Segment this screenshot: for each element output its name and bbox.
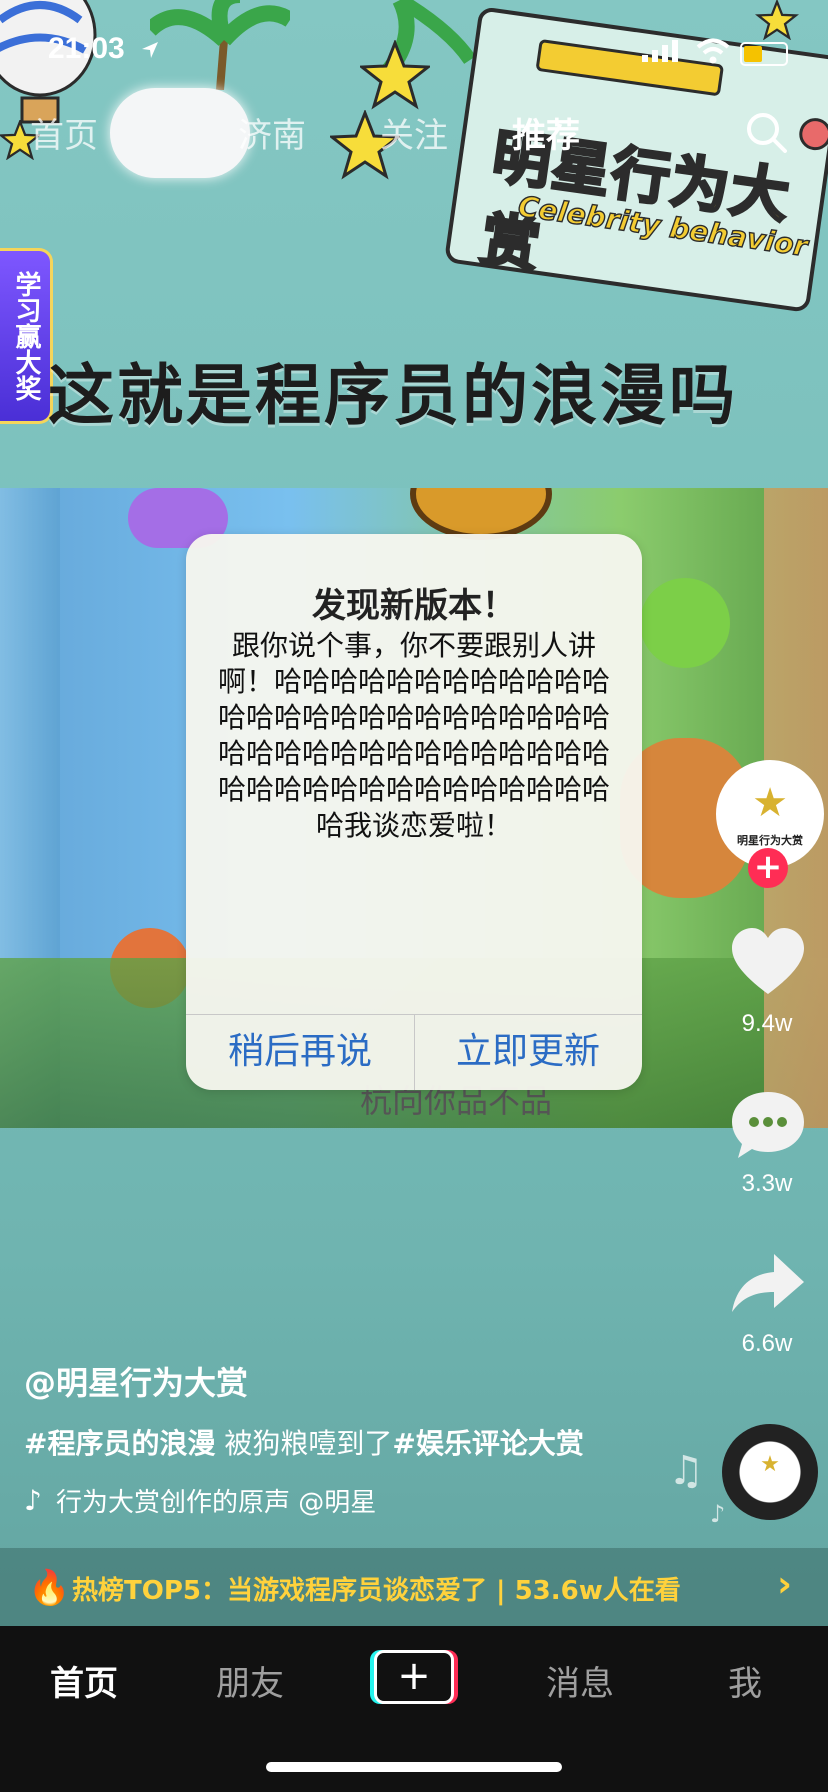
disc-star-icon: ★ bbox=[760, 1452, 780, 1477]
nav-me[interactable]: 我 bbox=[728, 1656, 762, 1705]
video-feed-screen[interactable]: 明星行为大赏 Celebrity behavior 21:03 首页 济南 关注… bbox=[0, 0, 828, 1792]
status-bar: 21:03 bbox=[0, 30, 828, 70]
like-heart-icon[interactable] bbox=[728, 924, 808, 1004]
frog-character bbox=[640, 578, 730, 668]
like-count: 9.4w bbox=[741, 1010, 793, 1037]
description-text: 被狗粮噎到了 bbox=[215, 1427, 393, 1460]
floating-music-note-icon: ♪ bbox=[710, 1500, 726, 1528]
top-tab-bar: 首页 济南 关注 推荐 bbox=[0, 108, 828, 158]
dialog-title: 发现新版本！ bbox=[312, 586, 516, 626]
hot-list-text: 热榜TOP5：当游戏程序员谈恋爱了 | 53.6w人在看 bbox=[72, 1576, 681, 1606]
music-note-icon: ♪ bbox=[24, 1484, 42, 1517]
floating-music-note-icon: ♫ bbox=[668, 1448, 704, 1494]
video-headline: 这就是程序员的浪漫吗 bbox=[48, 357, 738, 434]
battery-icon bbox=[740, 42, 788, 66]
home-indicator bbox=[266, 1762, 562, 1772]
fire-icon: 🔥 bbox=[28, 1568, 71, 1608]
hashtag-programmer-romance[interactable]: #程序员的浪漫 bbox=[24, 1427, 215, 1460]
comment-bubble-icon[interactable] bbox=[728, 1086, 808, 1166]
update-now-button[interactable]: 立即更新 bbox=[414, 1014, 642, 1090]
share-count: 6.6w bbox=[741, 1330, 793, 1357]
plus-icon: + bbox=[374, 1650, 454, 1704]
nav-friends[interactable]: 朋友 bbox=[216, 1656, 284, 1705]
search-icon[interactable] bbox=[744, 110, 788, 154]
author-handle[interactable]: @明星行为大赏 bbox=[24, 1358, 248, 1404]
music-title[interactable]: 行为大赏创作的原声 @明星 bbox=[56, 1482, 376, 1519]
dialog-message: 跟你说个事，你不要跟别人讲啊！哈哈哈哈哈哈哈哈哈哈哈哈哈哈哈哈哈哈哈哈哈哈哈哈哈… bbox=[217, 629, 610, 842]
status-time: 21:03 bbox=[48, 32, 125, 65]
star-logo-icon: ★ bbox=[752, 780, 788, 826]
location-arrow-icon bbox=[142, 42, 158, 58]
later-button[interactable]: 稍后再说 bbox=[186, 1014, 414, 1090]
create-post-button[interactable]: + bbox=[370, 1650, 458, 1704]
update-dialog: 发现新版本！ 跟你说个事，你不要跟别人讲啊！哈哈哈哈哈哈哈哈哈哈哈哈哈哈哈哈哈哈… bbox=[186, 534, 642, 1090]
nav-home[interactable]: 首页 bbox=[50, 1656, 118, 1705]
chevron-right-icon: › bbox=[777, 1564, 792, 1605]
tab-following[interactable]: 关注 bbox=[380, 108, 448, 157]
nav-messages[interactable]: 消息 bbox=[546, 1656, 614, 1705]
tab-recommended[interactable]: 推荐 bbox=[512, 108, 580, 157]
coin-object bbox=[410, 488, 552, 540]
wifi-icon bbox=[696, 38, 730, 64]
share-arrow-icon[interactable] bbox=[728, 1246, 808, 1326]
video-description: #程序员的浪漫 被狗粮噎到了#娱乐评论大赏 bbox=[24, 1422, 584, 1462]
cellular-signal-icon bbox=[642, 40, 678, 62]
music-disc[interactable]: ★ bbox=[722, 1424, 818, 1520]
tab-home[interactable]: 首页 bbox=[30, 108, 98, 157]
hashtag-entertainment-review[interactable]: #娱乐评论大赏 bbox=[392, 1427, 583, 1460]
tab-local[interactable]: 济南 bbox=[238, 108, 306, 157]
follow-button[interactable]: + bbox=[748, 848, 788, 888]
learn-win-prize-tag[interactable]: 学习赢大奖 bbox=[0, 248, 53, 424]
hot-list-banner[interactable]: 🔥 热榜TOP5：当游戏程序员谈恋爱了 | 53.6w人在看 › bbox=[0, 1548, 828, 1626]
comment-count: 3.3w bbox=[741, 1170, 793, 1197]
avatar-label: 明星行为大赏 bbox=[737, 834, 803, 847]
